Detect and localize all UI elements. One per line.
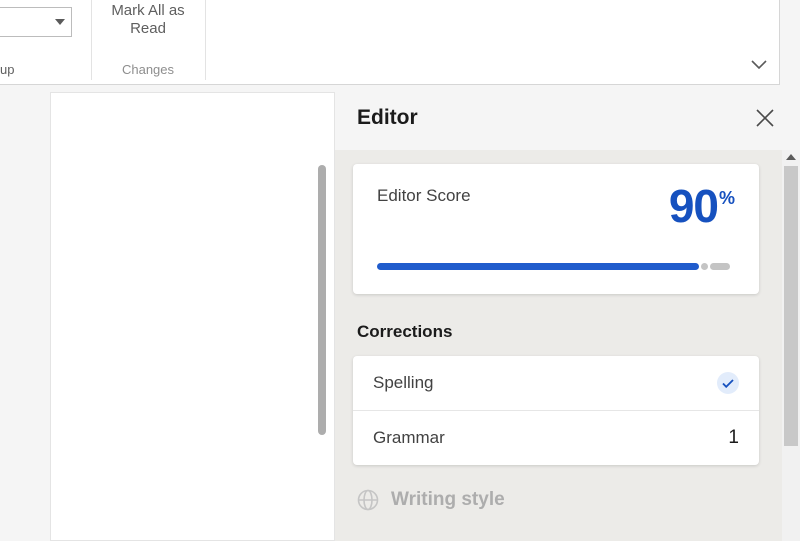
corrections-heading: Corrections bbox=[353, 322, 773, 342]
score-value-wrap: 90 % bbox=[669, 186, 735, 227]
document-scrollbar-thumb[interactable] bbox=[318, 165, 326, 435]
score-progress-remainder-icon bbox=[710, 263, 730, 270]
close-button[interactable] bbox=[756, 109, 774, 127]
score-progress-bar bbox=[377, 263, 735, 270]
editor-scrollbar-track[interactable] bbox=[782, 150, 800, 541]
document-page[interactable] bbox=[50, 92, 335, 541]
score-progress-fill bbox=[377, 263, 699, 270]
score-progress-gap-icon bbox=[701, 263, 708, 270]
mark-all-as-read-button[interactable]: Mark All as Read bbox=[99, 2, 197, 38]
correction-label: Grammar bbox=[373, 428, 445, 448]
editor-header: Editor bbox=[335, 86, 800, 150]
check-icon bbox=[717, 372, 739, 394]
correction-row-spelling[interactable]: Spelling bbox=[353, 356, 759, 410]
writing-style-row: Writing style bbox=[353, 489, 773, 511]
editor-pane: Editor Editor Score 90 % bbox=[335, 86, 800, 541]
editor-score-card[interactable]: Editor Score 90 % bbox=[353, 164, 759, 294]
writing-style-label: Writing style bbox=[391, 489, 505, 511]
ribbon-separator bbox=[91, 0, 92, 80]
correction-count: 1 bbox=[728, 427, 739, 449]
ribbon: up Mark All as Read Changes bbox=[0, 0, 780, 85]
score-unit: % bbox=[719, 188, 735, 209]
chevron-down-icon bbox=[55, 19, 65, 25]
globe-icon bbox=[357, 489, 379, 511]
corrections-card: Spelling Grammar 1 bbox=[353, 356, 759, 465]
editor-scrollbar-thumb[interactable] bbox=[784, 166, 798, 446]
correction-row-grammar[interactable]: Grammar 1 bbox=[353, 411, 759, 465]
correction-label: Spelling bbox=[373, 373, 434, 393]
ribbon-collapse-button[interactable] bbox=[751, 60, 767, 69]
score-value: 90 bbox=[669, 186, 718, 227]
ribbon-group-label-changes: Changes bbox=[99, 62, 197, 77]
score-label: Editor Score bbox=[377, 186, 471, 206]
editor-body-inner: Editor Score 90 % Corrections Spelling bbox=[353, 150, 773, 511]
scroll-up-icon[interactable] bbox=[786, 154, 796, 160]
editor-body: Editor Score 90 % Corrections Spelling bbox=[335, 150, 800, 541]
editor-title: Editor bbox=[357, 106, 418, 130]
score-row: Editor Score 90 % bbox=[377, 186, 735, 227]
ribbon-separator bbox=[205, 0, 206, 80]
ribbon-dropdown[interactable] bbox=[0, 7, 72, 37]
ribbon-group-label-left: up bbox=[0, 62, 14, 77]
